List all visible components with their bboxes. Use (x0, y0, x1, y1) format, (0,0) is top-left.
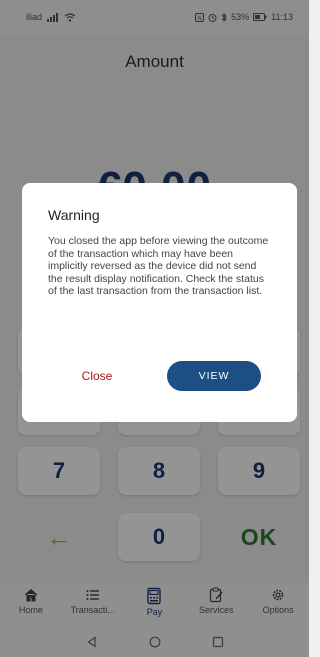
warning-dialog: Warning You closed the app before viewin… (22, 183, 297, 422)
dialog-title: Warning (48, 207, 100, 223)
close-button[interactable]: Close (62, 361, 132, 391)
dialog-message: You closed the app before viewing the ou… (48, 235, 269, 297)
view-button[interactable]: VIEW (167, 361, 261, 391)
